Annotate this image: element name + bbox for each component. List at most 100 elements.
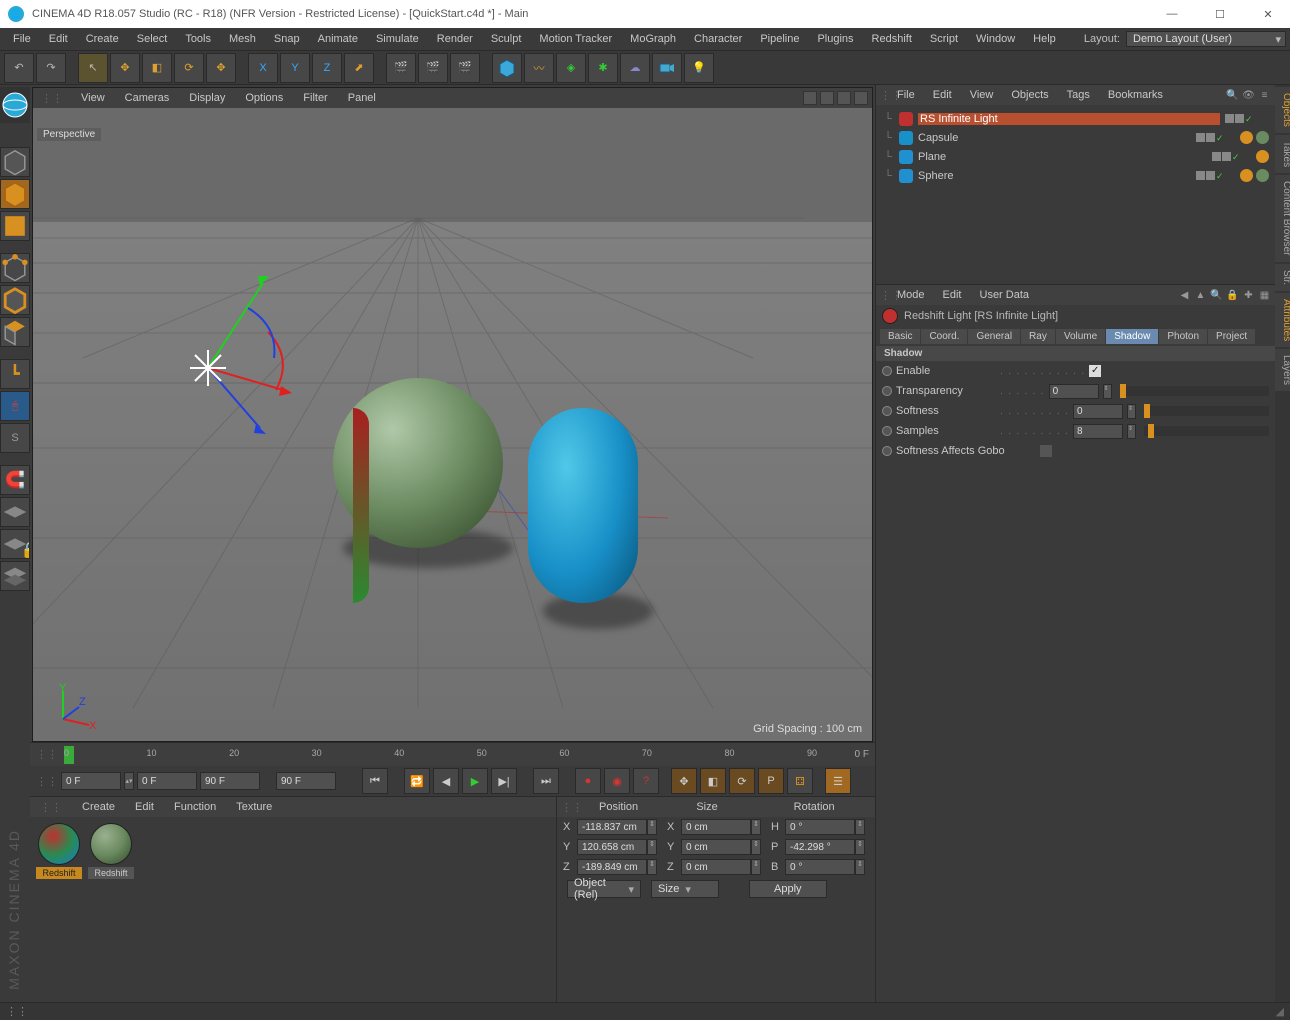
viewport-toggle-icon[interactable] (854, 91, 868, 105)
prop-samples-slider[interactable] (1144, 426, 1269, 436)
magnet-button[interactable]: 🧲 (0, 465, 30, 495)
side-tab-str[interactable]: Str. (1275, 264, 1290, 291)
prop-radio[interactable] (882, 446, 892, 456)
viewport-menu-cameras[interactable]: Cameras (115, 92, 180, 104)
coord-system-button[interactable]: ⬈ (344, 53, 374, 83)
attr-menu-edit[interactable]: Edit (934, 289, 971, 301)
mat-menu-create[interactable]: Create (72, 801, 125, 813)
loop-button[interactable]: 🔁 (404, 768, 430, 794)
spinner[interactable]: ⇕ (1127, 424, 1136, 439)
timeline-ruler[interactable]: ⋮⋮ 0 10 20 30 40 50 60 70 80 90 0 F (30, 742, 875, 766)
objmgr-menu-view[interactable]: View (961, 89, 1003, 101)
axis-y-button[interactable]: Y (280, 53, 310, 83)
nav-up-icon[interactable]: ▲ (1194, 289, 1207, 302)
spinner[interactable]: ⇕ (1127, 404, 1136, 419)
attr-tab-volume[interactable]: Volume (1056, 329, 1105, 344)
make-editable-button[interactable] (0, 147, 30, 177)
objmgr-menu-tags[interactable]: Tags (1058, 89, 1099, 101)
world-icon[interactable] (0, 87, 30, 123)
prop-softness-slider[interactable] (1144, 406, 1269, 416)
eye-icon[interactable]: 👁 (1242, 89, 1255, 102)
mat-menu-texture[interactable]: Texture (226, 801, 282, 813)
rot-field[interactable] (785, 839, 855, 855)
attr-menu-mode[interactable]: Mode (888, 289, 934, 301)
window-maximize-button[interactable]: ☐ (1206, 8, 1234, 21)
record-button[interactable]: ● (575, 768, 601, 794)
spinner[interactable]: ⇕ (751, 859, 761, 875)
prop-samples-field[interactable] (1073, 424, 1123, 439)
menu-help[interactable]: Help (1024, 33, 1065, 45)
objmgr-menu-edit[interactable]: Edit (924, 89, 961, 101)
model-mode-button[interactable] (0, 179, 30, 209)
key-pos-button[interactable]: ✥ (671, 768, 697, 794)
menu-pipeline[interactable]: Pipeline (751, 33, 808, 45)
menu-character[interactable]: Character (685, 33, 751, 45)
redo-button[interactable]: ↷ (36, 53, 66, 83)
attr-tab-photon[interactable]: Photon (1159, 329, 1207, 344)
spinner[interactable]: ⇕ (1103, 384, 1112, 399)
play-button[interactable]: ▶ (462, 768, 488, 794)
snap-toggle-button[interactable]: S (0, 423, 30, 453)
menu-create[interactable]: Create (77, 33, 128, 45)
axis-z-button[interactable]: Z (312, 53, 342, 83)
search-icon[interactable]: 🔍 (1226, 89, 1239, 102)
scale-tool-button[interactable]: ◧ (142, 53, 172, 83)
workplane-lock-button[interactable]: 🔒 (0, 529, 30, 559)
layout-dropdown[interactable]: Demo Layout (User) (1126, 31, 1286, 47)
prop-softness-field[interactable] (1073, 404, 1123, 419)
menu-snap[interactable]: Snap (265, 33, 309, 45)
key-scale-button[interactable]: ◧ (700, 768, 726, 794)
axis-mode-button[interactable]: ┗ (0, 359, 30, 389)
side-tab-layers[interactable]: Layers (1275, 349, 1290, 391)
side-tab-takes[interactable]: Takes (1275, 135, 1290, 173)
side-tab-objects[interactable]: Objects (1275, 87, 1290, 133)
object-tree-row[interactable]: └ RS Infinite Light ✓ (882, 109, 1269, 128)
start-frame-field[interactable] (137, 772, 197, 790)
window-minimize-button[interactable]: — (1158, 8, 1186, 21)
menu-simulate[interactable]: Simulate (367, 33, 428, 45)
render-picture-button[interactable]: 🎬 (418, 53, 448, 83)
render-view-button[interactable]: 🎬 (386, 53, 416, 83)
attr-tab-coord[interactable]: Coord. (921, 329, 967, 344)
key-rot-button[interactable]: ⟳ (729, 768, 755, 794)
objmgr-menu-file[interactable]: File (888, 89, 924, 101)
objmgr-menu-objects[interactable]: Objects (1002, 89, 1057, 101)
material-swatch[interactable]: Redshift (88, 823, 134, 879)
spinner[interactable]: ⇕ (751, 819, 761, 835)
spinner[interactable]: ⇕ (855, 839, 865, 855)
key-options-button[interactable]: ? (633, 768, 659, 794)
attr-tab-general[interactable]: General (968, 329, 1020, 344)
attr-menu-userdata[interactable]: User Data (971, 289, 1039, 301)
menu-mesh[interactable]: Mesh (220, 33, 265, 45)
environment-button[interactable]: ☁ (620, 53, 650, 83)
menu-redshift[interactable]: Redshift (863, 33, 921, 45)
spinner[interactable]: ⇕ (647, 859, 657, 875)
render-settings-button[interactable]: 🎬 (450, 53, 480, 83)
move-tool-button[interactable]: ✥ (110, 53, 140, 83)
rotate-tool-button[interactable]: ⟳ (174, 53, 204, 83)
key-pla-button[interactable]: ⚃ (787, 768, 813, 794)
spinner[interactable]: ⇕ (751, 839, 761, 855)
side-tab-attributes[interactable]: Attributes (1275, 293, 1290, 347)
light-button[interactable]: 💡 (684, 53, 714, 83)
texture-mode-button[interactable] (0, 211, 30, 241)
window-close-button[interactable]: ✕ (1254, 8, 1282, 21)
viewport-zoom-icon[interactable] (820, 91, 834, 105)
prop-radio[interactable] (882, 366, 892, 376)
rot-field[interactable] (785, 819, 855, 835)
attr-tab-ray[interactable]: Ray (1021, 329, 1055, 344)
prop-radio[interactable] (882, 426, 892, 436)
pos-field[interactable] (577, 819, 647, 835)
menu-plugins[interactable]: Plugins (808, 33, 862, 45)
menu-select[interactable]: Select (128, 33, 177, 45)
loop-end-field[interactable] (200, 772, 260, 790)
filter-icon[interactable]: ≡ (1258, 89, 1271, 102)
viewport-menu-panel[interactable]: Panel (338, 92, 386, 104)
object-tree-row[interactable]: └ Capsule ✓ (882, 128, 1269, 147)
mat-menu-function[interactable]: Function (164, 801, 226, 813)
viewport-menu-filter[interactable]: Filter (293, 92, 337, 104)
pos-field[interactable] (577, 859, 647, 875)
end-frame-field[interactable] (276, 772, 336, 790)
prop-softness-gobo-checkbox[interactable] (1040, 445, 1052, 457)
dopesheet-button[interactable]: ☰ (825, 768, 851, 794)
